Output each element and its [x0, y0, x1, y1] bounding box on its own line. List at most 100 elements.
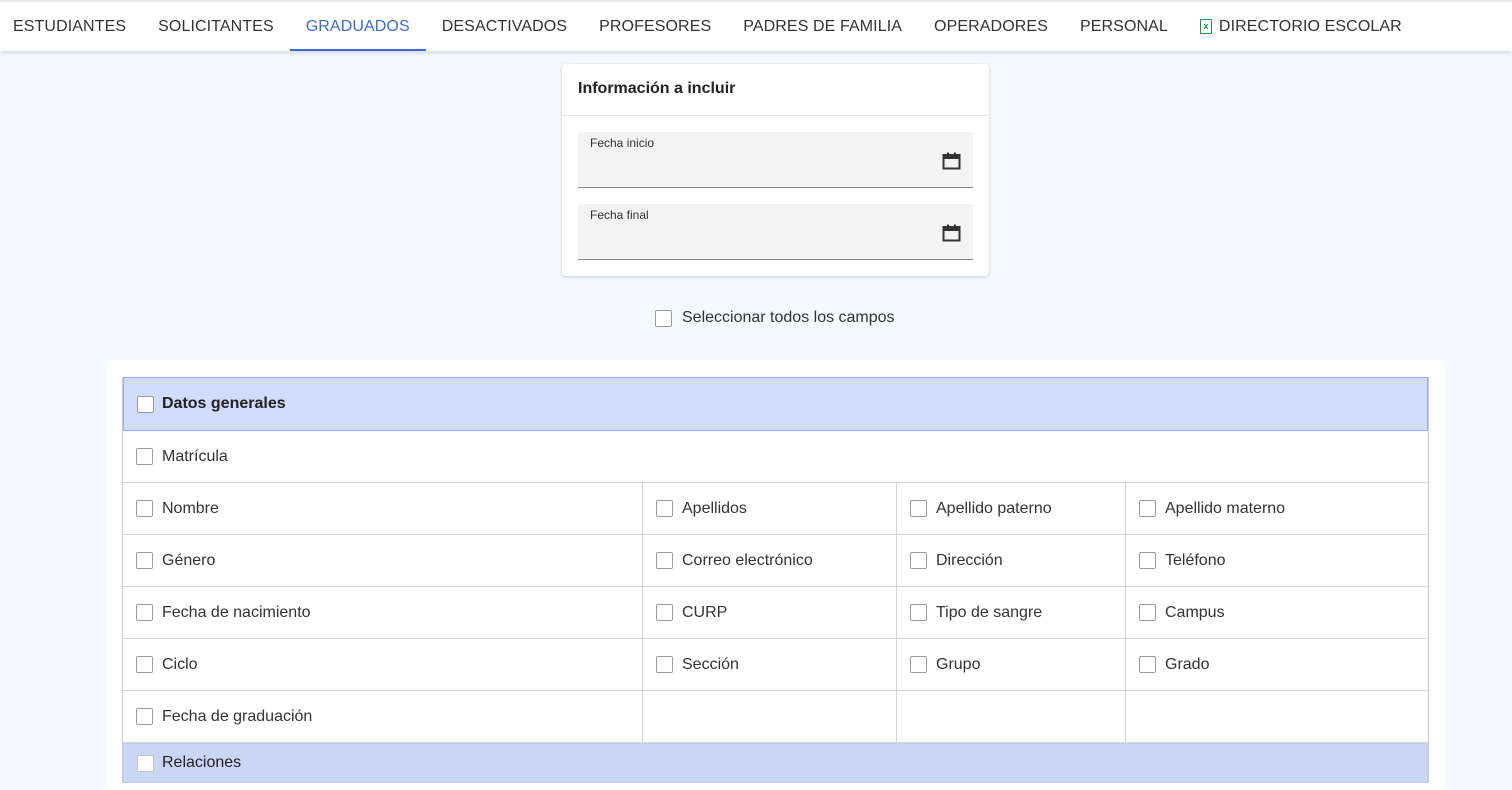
section-checkbox-datos-generales[interactable]: [137, 395, 154, 413]
tab-label: PERSONAL: [1079, 17, 1168, 35]
field-label: Fecha de nacimiento: [162, 603, 311, 621]
field-checkbox[interactable]: [1139, 500, 1156, 517]
tab-operadores[interactable]: OPERADORES: [918, 2, 1064, 51]
field-label: Fecha de graduación: [162, 707, 313, 725]
start-date-label: Fecha inicio: [590, 136, 655, 150]
field-label: Grado: [1165, 655, 1210, 673]
field-correo-electronico[interactable]: Correo electrónico: [643, 535, 897, 586]
tab-solicitantes[interactable]: SOLICITANTES: [142, 2, 290, 51]
tab-label: OPERADORES: [934, 17, 1048, 35]
empty-cell: [1126, 691, 1428, 742]
field-checkbox[interactable]: [656, 552, 673, 569]
tab-directorio-escolar[interactable]: x DIRECTORIO ESCOLAR: [1184, 2, 1418, 51]
field-genero[interactable]: Género: [123, 535, 643, 586]
field-apellido-materno[interactable]: Apellido materno: [1126, 483, 1428, 534]
start-date-field[interactable]: Fecha inicio: [578, 132, 973, 188]
field-campus[interactable]: Campus: [1126, 587, 1428, 638]
table-row: Fecha de graduación: [123, 691, 1428, 743]
field-ciclo[interactable]: Ciclo: [123, 639, 643, 690]
table-row: Matrícula: [123, 431, 1428, 483]
field-checkbox[interactable]: [136, 552, 153, 569]
field-label: Apellido paterno: [936, 499, 1052, 517]
select-all-label: Seleccionar todos los campos: [682, 309, 895, 326]
section-title: Datos generales: [162, 395, 286, 412]
field-label: Grupo: [936, 655, 981, 673]
table-row: Nombre Apellidos Apellido paterno Apelli…: [123, 483, 1428, 535]
calendar-icon[interactable]: [942, 224, 961, 242]
field-checkbox[interactable]: [910, 656, 927, 673]
field-label: Tipo de sangre: [936, 603, 1043, 621]
table-row: Fecha de nacimiento CURP Tipo de sangre …: [123, 587, 1428, 639]
end-date-label: Fecha final: [590, 208, 649, 222]
card-title: Información a incluir: [562, 64, 989, 116]
tab-label: DIRECTORIO ESCOLAR: [1218, 17, 1402, 35]
field-direccion[interactable]: Dirección: [897, 535, 1126, 586]
tab-label: PROFESORES: [599, 17, 712, 35]
field-tipo-de-sangre[interactable]: Tipo de sangre: [897, 587, 1126, 638]
excel-file-icon: x: [1199, 19, 1212, 34]
field-label: Matrícula: [162, 447, 228, 465]
section-title: Relaciones: [162, 754, 242, 771]
field-label: Teléfono: [1165, 551, 1226, 569]
tab-label: DESACTIVADOS: [441, 17, 568, 35]
tab-label: ESTUDIANTES: [13, 17, 127, 35]
field-checkbox[interactable]: [136, 656, 153, 673]
field-checkbox[interactable]: [136, 500, 153, 517]
field-apellido-paterno[interactable]: Apellido paterno: [897, 483, 1126, 534]
field-telefono[interactable]: Teléfono: [1126, 535, 1428, 586]
field-checkbox[interactable]: [1139, 552, 1156, 569]
section-header-datos-generales[interactable]: Datos generales: [123, 377, 1428, 431]
field-checkbox[interactable]: [656, 500, 673, 517]
table-row: Género Correo electrónico Dirección Telé…: [123, 535, 1428, 587]
field-label: Apellidos: [682, 499, 747, 517]
field-checkbox[interactable]: [136, 604, 153, 621]
field-nombre[interactable]: Nombre: [123, 483, 643, 534]
field-checkbox[interactable]: [910, 604, 927, 621]
tab-profesores[interactable]: PROFESORES: [583, 2, 727, 51]
field-checkbox[interactable]: [1139, 604, 1156, 621]
top-nav-tabs: ESTUDIANTES SOLICITANTES GRADUADOS DESAC…: [0, 0, 1512, 51]
field-checkbox[interactable]: [656, 656, 673, 673]
field-checkbox[interactable]: [136, 448, 153, 465]
tab-label: SOLICITANTES: [158, 17, 274, 35]
empty-cell: [897, 691, 1126, 742]
tab-personal[interactable]: PERSONAL: [1064, 2, 1184, 51]
field-checkbox[interactable]: [656, 604, 673, 621]
table-row: Ciclo Sección Grupo Grado: [123, 639, 1428, 691]
fields-grid: Datos generales Matrícula Nombre Apellid…: [122, 377, 1429, 783]
field-checkbox[interactable]: [910, 500, 927, 517]
section-checkbox-relaciones[interactable]: [137, 754, 154, 772]
field-grado[interactable]: Grado: [1126, 639, 1428, 690]
field-label: CURP: [682, 603, 728, 621]
field-label: Nombre: [162, 499, 219, 517]
info-card: Información a incluir Fecha inicio Fecha…: [562, 64, 989, 276]
tab-estudiantes[interactable]: ESTUDIANTES: [0, 2, 142, 51]
field-label: Género: [162, 551, 216, 569]
field-curp[interactable]: CURP: [643, 587, 897, 638]
field-label: Sección: [682, 655, 739, 673]
field-seccion[interactable]: Sección: [643, 639, 897, 690]
field-label: Campus: [1165, 603, 1225, 621]
field-checkbox[interactable]: [136, 708, 153, 725]
select-all-checkbox[interactable]: [655, 309, 672, 327]
tab-label: PADRES DE FAMILIA: [743, 17, 903, 35]
empty-cell: [643, 691, 897, 742]
field-matricula[interactable]: Matrícula: [123, 431, 1428, 482]
field-grupo[interactable]: Grupo: [897, 639, 1126, 690]
end-date-field[interactable]: Fecha final: [578, 204, 973, 260]
field-apellidos[interactable]: Apellidos: [643, 483, 897, 534]
field-checkbox[interactable]: [1139, 656, 1156, 673]
tab-padres-de-familia[interactable]: PADRES DE FAMILIA: [727, 2, 918, 51]
field-fecha-de-graduacion[interactable]: Fecha de graduación: [123, 691, 643, 742]
section-header-relaciones[interactable]: Relaciones: [123, 743, 1428, 783]
calendar-icon[interactable]: [942, 152, 961, 170]
select-all-fields[interactable]: Seleccionar todos los campos: [655, 309, 895, 327]
field-label: Dirección: [936, 551, 1003, 569]
field-fecha-de-nacimiento[interactable]: Fecha de nacimiento: [123, 587, 643, 638]
field-label: Ciclo: [162, 655, 198, 673]
field-label: Apellido materno: [1165, 499, 1286, 517]
tab-label: GRADUADOS: [305, 17, 410, 35]
field-checkbox[interactable]: [910, 552, 927, 569]
tab-graduados[interactable]: GRADUADOS: [289, 2, 426, 51]
tab-desactivados[interactable]: DESACTIVADOS: [426, 2, 583, 51]
